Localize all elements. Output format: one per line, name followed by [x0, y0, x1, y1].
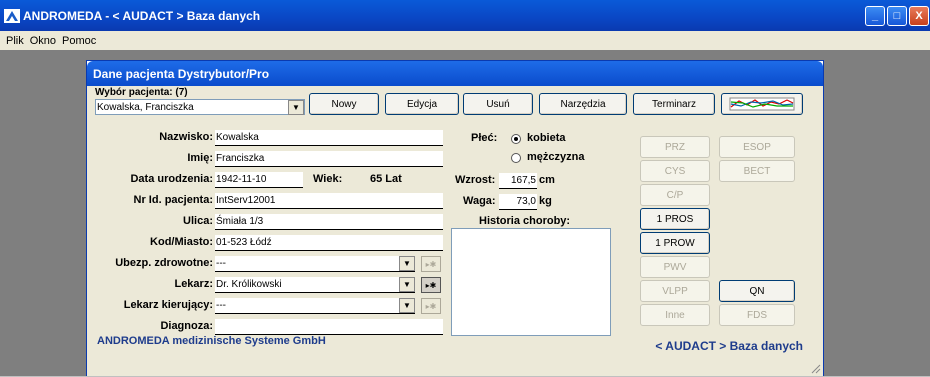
referring-doctor-select[interactable]: --- ▼ — [215, 298, 415, 314]
andromeda-logo-icon — [4, 8, 20, 23]
zip-city-field[interactable]: 01-523 Łódź — [215, 235, 443, 251]
chart-graph-icon[interactable] — [721, 93, 803, 115]
doctor-select[interactable]: Dr. Królikowski ▼ — [215, 277, 415, 293]
chevron-down-icon[interactable]: ▼ — [288, 100, 304, 115]
chevron-down-icon[interactable]: ▼ — [399, 277, 415, 292]
patient-dialog: Dane pacjenta Dystrybutor/Pro Wybór pacj… — [86, 60, 824, 376]
weight-field[interactable]: 73,0 — [499, 194, 537, 210]
esop-button[interactable]: ESOP — [719, 136, 795, 158]
resize-grip-icon[interactable] — [811, 364, 821, 374]
patient-id-label: Nr Id. pacjenta: — [133, 194, 213, 206]
insurance-label: Ubezp. zdrowotne: — [115, 257, 213, 269]
chevron-down-icon[interactable]: ▼ — [399, 256, 415, 271]
window-titlebar[interactable]: ANDROMEDA - < AUDACT > Baza danych _ □ X — [0, 0, 930, 31]
sex-female-label: kobieta — [527, 132, 566, 144]
minimize-button[interactable]: _ — [865, 6, 885, 26]
maximize-button[interactable]: □ — [887, 6, 907, 26]
street-label: Ulica: — [183, 215, 213, 227]
sex-male-label: mężczyzna — [527, 151, 585, 163]
sex-male-radio[interactable] — [511, 153, 521, 163]
prz-button[interactable]: PRZ — [640, 136, 710, 158]
cys-button[interactable]: CYS — [640, 160, 710, 182]
cp-button[interactable]: C/P — [640, 184, 710, 206]
weight-label: Waga: — [463, 195, 496, 207]
chevron-down-icon[interactable]: ▼ — [399, 298, 415, 313]
birth-date-field[interactable]: 1942-11-10 — [215, 172, 303, 188]
dialog-body: Wybór pacjenta: (7) Kowalska, Franciszka… — [87, 86, 823, 376]
birth-date-label: Data urodzenia: — [130, 173, 213, 185]
diagnosis-field[interactable] — [215, 319, 443, 335]
zip-city-label: Kod/Miasto: — [150, 236, 213, 248]
height-field[interactable]: 167,5 — [499, 173, 537, 189]
first-name-field[interactable]: Franciszka — [215, 151, 443, 167]
height-label: Wzrost: — [455, 174, 496, 186]
insurance-value: --- — [216, 258, 226, 269]
diagnosis-label: Diagnoza: — [160, 320, 213, 332]
street-field[interactable]: Śmiała 1/3 — [215, 214, 443, 230]
insurance-select[interactable]: --- ▼ — [215, 256, 415, 272]
footer-db-name: < AUDACT > Baza danych — [655, 339, 803, 353]
menu-okno[interactable]: Okno — [30, 35, 56, 47]
age-label: Wiek: — [313, 173, 343, 185]
new-button[interactable]: Nowy — [309, 93, 379, 115]
pwv-button[interactable]: PWV — [640, 256, 710, 278]
patient-select-value: Kowalska, Franciszka — [97, 102, 194, 113]
insurance-details-icon: ▸✱ — [421, 256, 441, 272]
height-unit: cm — [539, 174, 555, 186]
footer-company: ANDROMEDA medizinische Systeme GmbH — [97, 335, 326, 347]
patient-select-label: Wybór pacjenta: (7) — [95, 87, 188, 98]
prow-button[interactable]: 1 PROW — [640, 232, 710, 254]
doctor-label: Lekarz: — [174, 278, 213, 290]
surname-label: Nazwisko: — [159, 131, 213, 143]
window-title: ANDROMEDA - < AUDACT > Baza danych — [23, 8, 261, 23]
scheduler-button[interactable]: Terminarz — [633, 93, 715, 115]
tools-button[interactable]: Narzędzia — [539, 93, 627, 115]
edit-button[interactable]: Edycja — [385, 93, 459, 115]
doctor-value: Dr. Królikowski — [216, 279, 282, 290]
patient-id-field[interactable]: IntServ12001 — [215, 193, 443, 209]
first-name-label: Imię: — [187, 152, 213, 164]
age-value: 65 Lat — [370, 173, 402, 185]
menu-plik[interactable]: Plik — [6, 35, 24, 47]
fds-button[interactable]: FDS — [719, 304, 795, 326]
sex-label: Płeć: — [471, 132, 498, 144]
vlpp-button[interactable]: VLPP — [640, 280, 710, 302]
bect-button[interactable]: BECT — [719, 160, 795, 182]
history-label: Historia choroby: — [479, 215, 571, 227]
inne-button[interactable]: Inne — [640, 304, 710, 326]
doctor-details-icon[interactable]: ▸✱ — [421, 277, 441, 293]
dialog-title[interactable]: Dane pacjenta Dystrybutor/Pro — [87, 61, 823, 86]
referring-doctor-label: Lekarz kierujący: — [123, 299, 213, 311]
delete-button[interactable]: Usuń — [463, 93, 533, 115]
weight-unit: kg — [539, 195, 552, 207]
menu-pomoc[interactable]: Pomoc — [62, 35, 96, 47]
qn-button[interactable]: QN — [719, 280, 795, 302]
pros-button[interactable]: 1 PROS — [640, 208, 710, 230]
close-button[interactable]: X — [909, 6, 929, 26]
surname-field[interactable]: Kowalska — [215, 130, 443, 146]
referring-doctor-details-icon: ▸✱ — [421, 298, 441, 314]
patient-select[interactable]: Kowalska, Franciszka ▼ — [95, 99, 305, 115]
menubar: Plik Okno Pomoc — [0, 31, 930, 50]
referring-doctor-value: --- — [216, 300, 226, 311]
history-textarea[interactable] — [451, 228, 611, 336]
sex-female-radio[interactable] — [511, 134, 521, 144]
